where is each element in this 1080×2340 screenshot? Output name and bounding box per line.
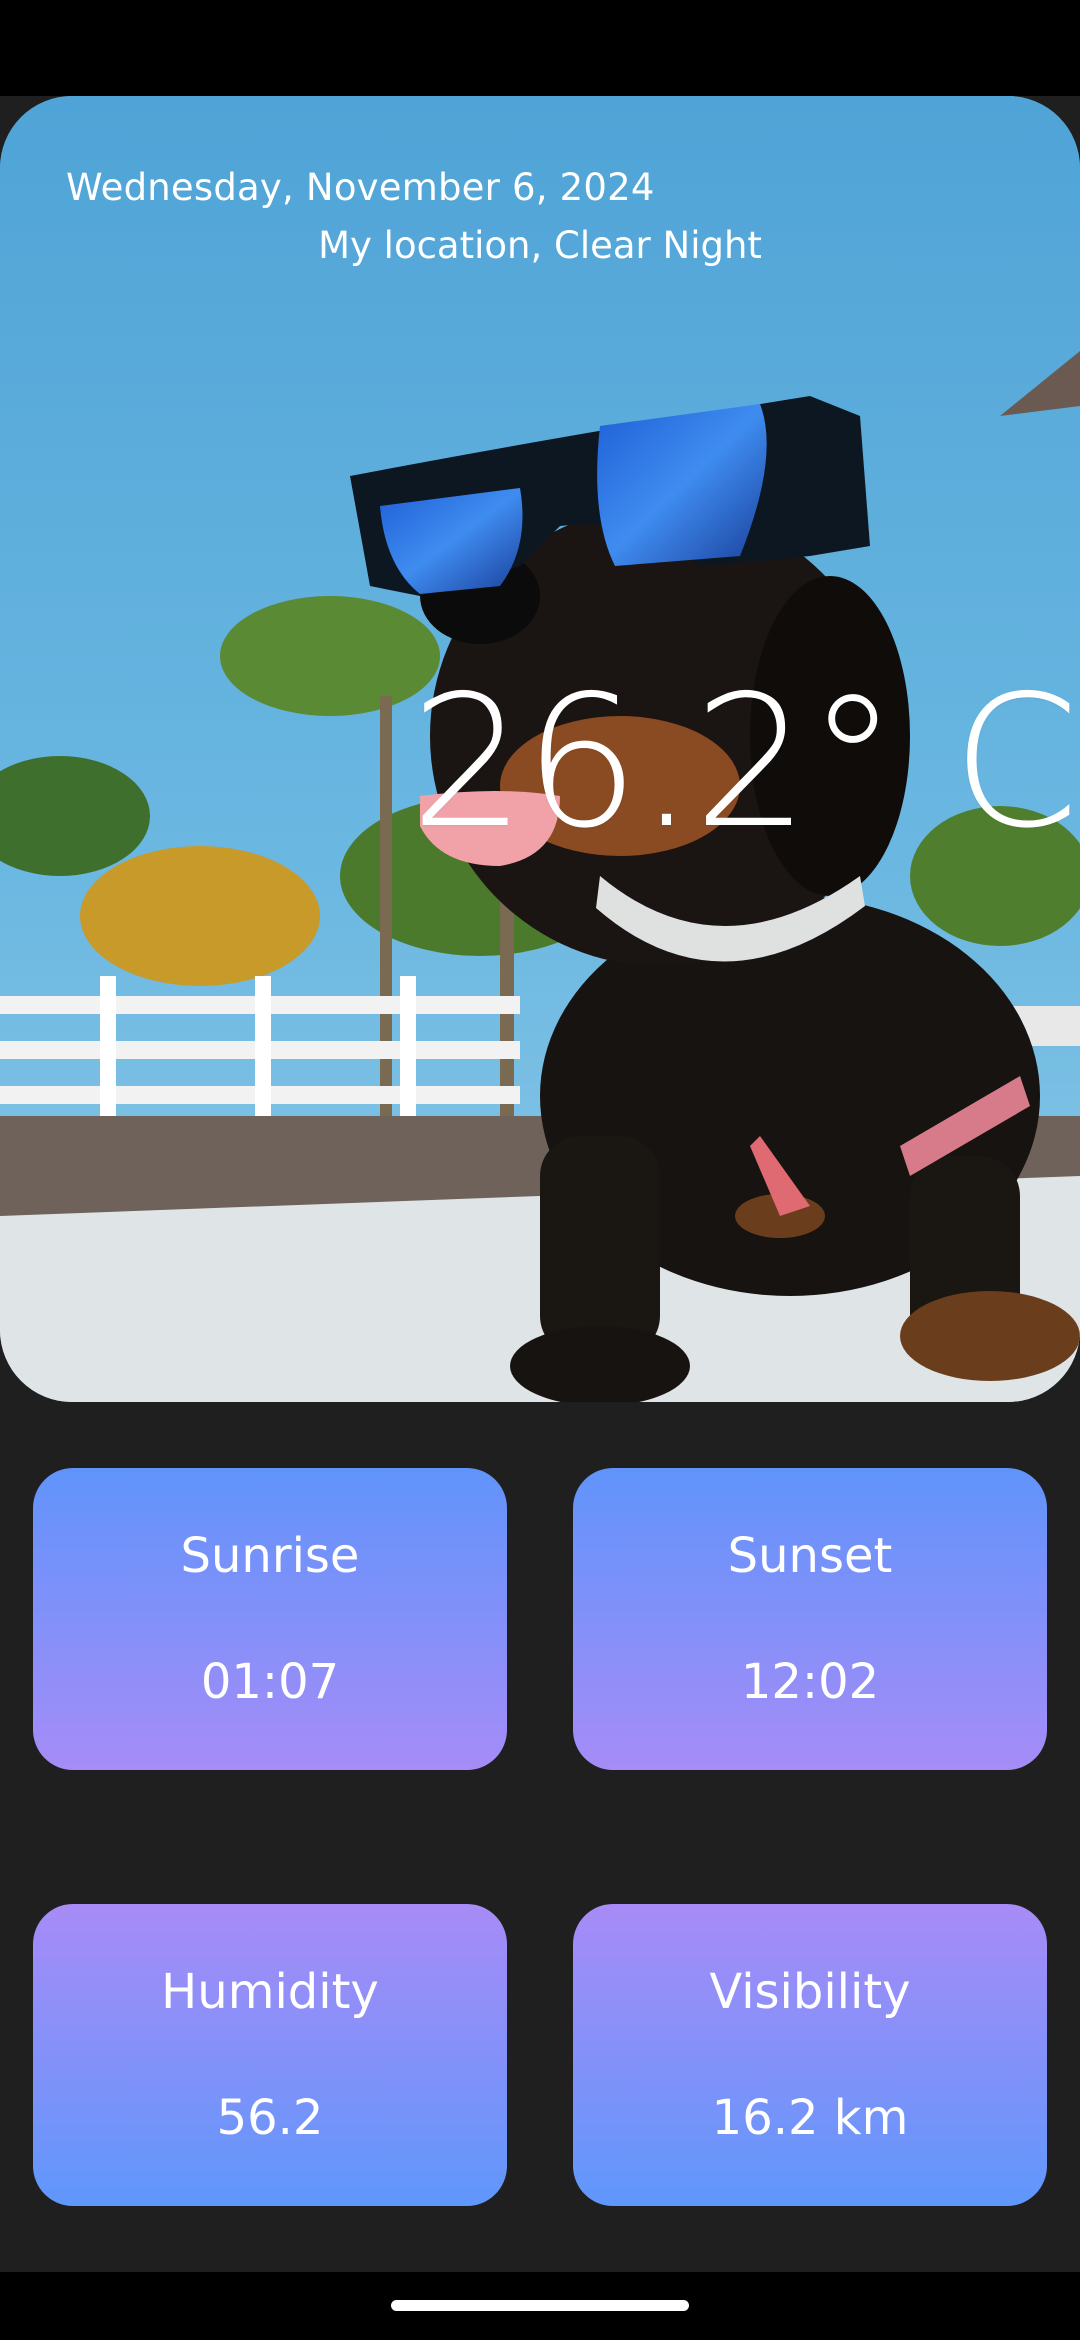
sunrise-value: 01:07 xyxy=(200,1654,340,1710)
visibility-card: Visibility 16.2 km xyxy=(573,1904,1047,2206)
status-bar xyxy=(0,0,1080,96)
humidity-label: Humidity xyxy=(161,1964,379,2020)
home-indicator[interactable] xyxy=(391,2300,689,2311)
humidity-card: Humidity 56.2 xyxy=(33,1904,507,2206)
weather-hero: Wednesday, November 6, 2024 My location,… xyxy=(0,96,1080,1402)
location-label: My location, Clear Night xyxy=(318,224,762,267)
sunset-value: 12:02 xyxy=(740,1654,880,1710)
sunrise-label: Sunrise xyxy=(180,1528,360,1584)
sunrise-card: Sunrise 01:07 xyxy=(33,1468,507,1770)
sunset-card: Sunset 12:02 xyxy=(573,1468,1047,1770)
humidity-value: 56.2 xyxy=(216,2090,324,2146)
date-label: Wednesday, November 6, 2024 xyxy=(66,166,655,209)
temperature-value: 26.2° C xyxy=(410,656,1079,868)
visibility-value: 16.2 km xyxy=(711,2090,909,2146)
sunset-label: Sunset xyxy=(727,1528,893,1584)
visibility-label: Visibility xyxy=(709,1964,911,2020)
